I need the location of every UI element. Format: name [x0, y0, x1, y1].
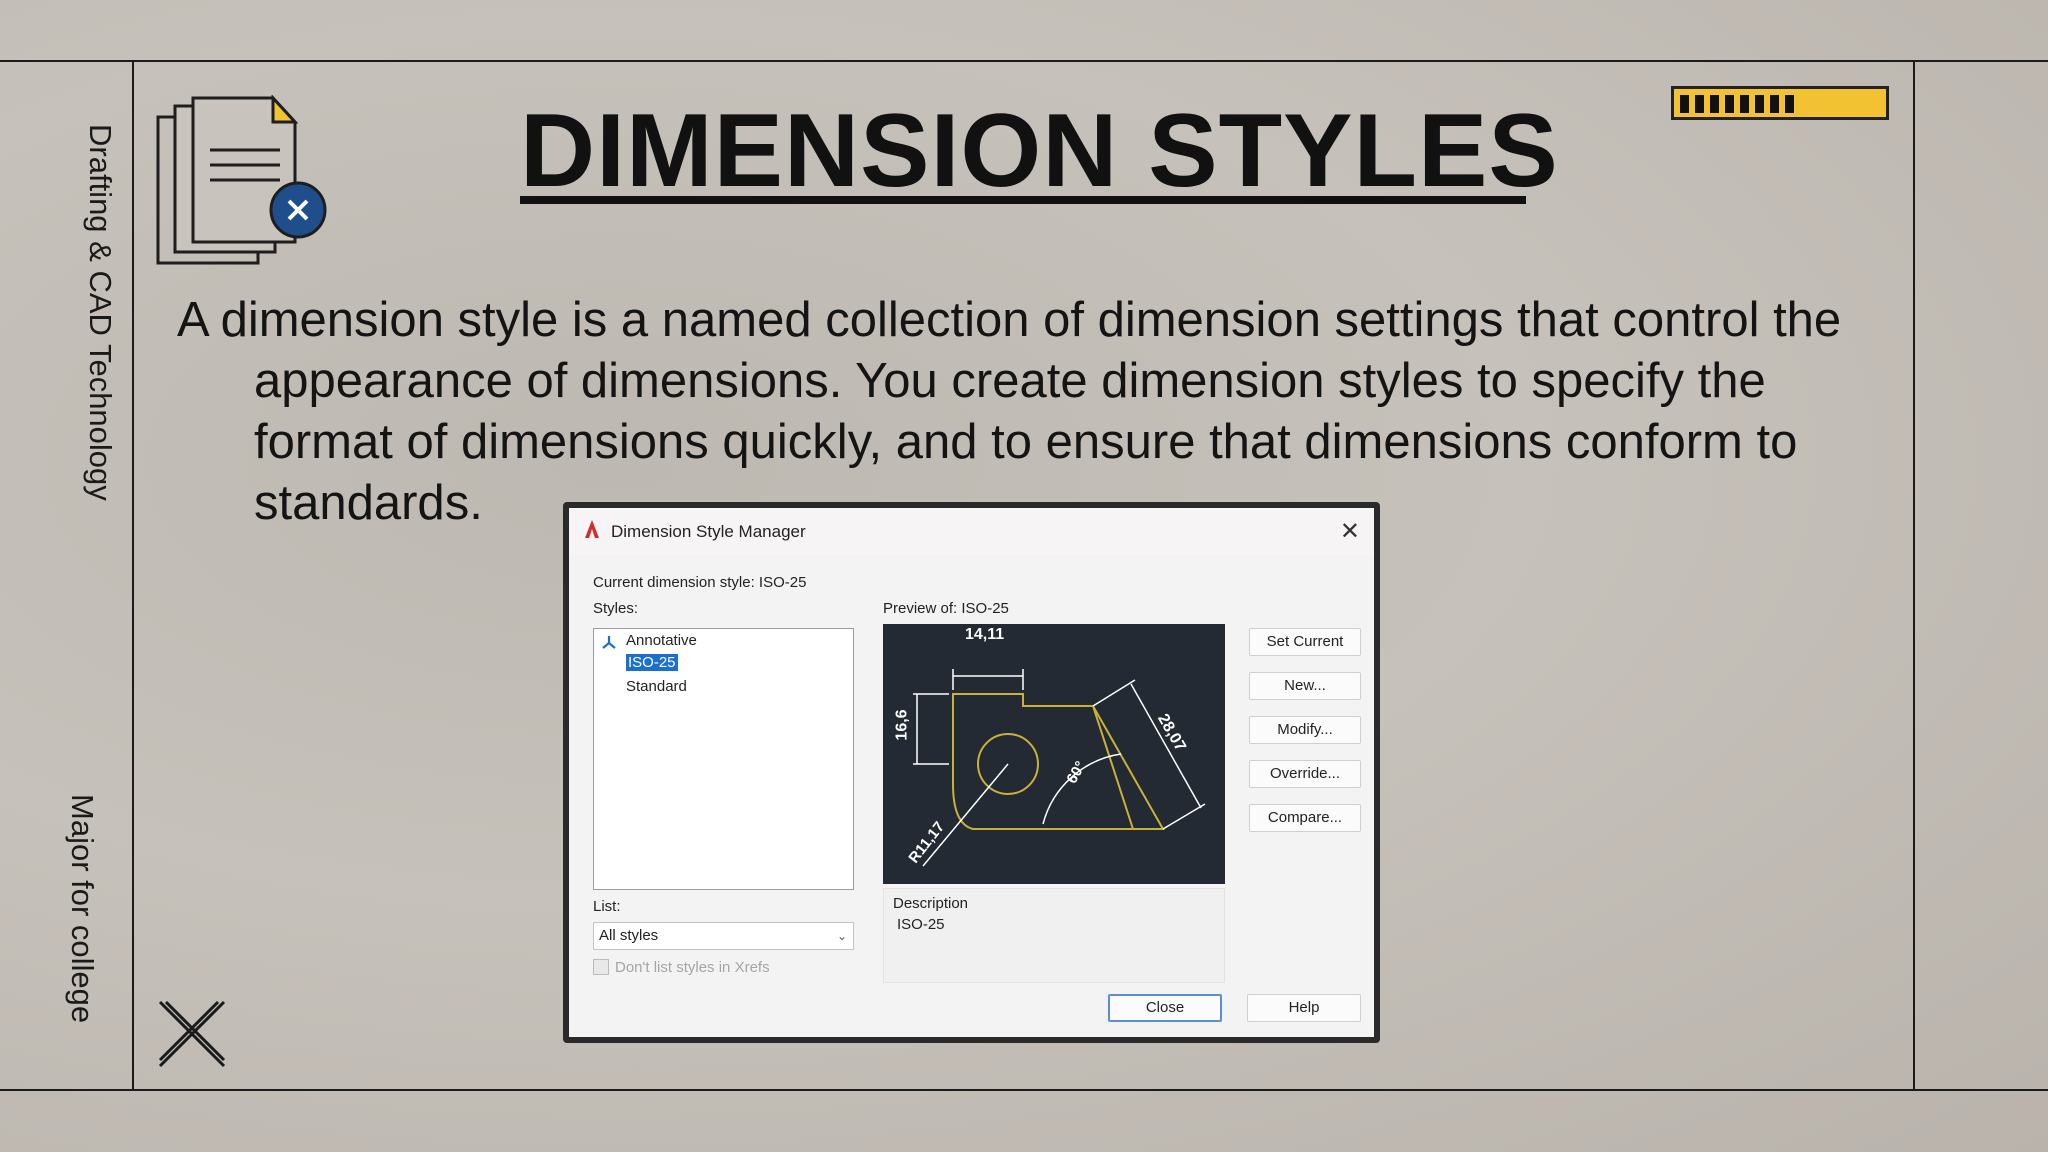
- preview-dim-width: 14,11: [965, 626, 1005, 643]
- body-text: A dimension style is a named collection …: [177, 290, 1877, 534]
- preview-label: Preview of: ISO-25: [883, 600, 1009, 617]
- autocad-logo-icon: [585, 520, 599, 538]
- styles-list[interactable]: Annotative ISO-25 Standard: [593, 628, 854, 890]
- progress-tick: [1770, 95, 1779, 113]
- chevron-down-icon: ⌄: [836, 929, 847, 943]
- progress-tick: [1695, 95, 1704, 113]
- close-badge-icon: [269, 181, 327, 239]
- xref-checkbox-label: Don't list styles in Xrefs: [615, 959, 770, 976]
- frame-right-line: [1913, 60, 1915, 1091]
- xref-checkbox[interactable]: [593, 959, 609, 975]
- description-value: ISO-25: [897, 916, 945, 933]
- progress-tick: [1710, 95, 1719, 113]
- current-style-label: Current dimension style: ISO-25: [593, 574, 807, 591]
- progress-tick: [1725, 95, 1734, 113]
- side-label-bottom: Major for college: [65, 794, 100, 1024]
- override-button[interactable]: Override...: [1249, 760, 1361, 788]
- description-label: Description: [893, 895, 969, 912]
- frame-top-line: [0, 60, 2048, 62]
- slide-title: DIMENSION STYLES: [520, 93, 1559, 209]
- title-underline: [520, 196, 1526, 204]
- dialog-titlebar[interactable]: Dimension Style Manager ✕: [569, 508, 1374, 554]
- style-item-annotative[interactable]: Annotative: [626, 632, 697, 649]
- progress-tick: [1680, 95, 1689, 113]
- styles-label: Styles:: [593, 600, 639, 617]
- modify-button[interactable]: Modify...: [1249, 716, 1361, 744]
- annotative-icon: [602, 636, 616, 649]
- progress-tick: [1740, 95, 1749, 113]
- set-current-button[interactable]: Set Current: [1249, 628, 1361, 656]
- frame-left-line: [132, 60, 134, 1091]
- description-area: Description ISO-25: [883, 888, 1225, 983]
- compare-button[interactable]: Compare...: [1249, 804, 1361, 832]
- list-label: List:: [593, 898, 621, 915]
- dimension-style-manager-dialog[interactable]: Dimension Style Manager ✕ Current dimens…: [563, 502, 1380, 1043]
- progress-tick: [1755, 95, 1764, 113]
- progress-bar: [1671, 86, 1889, 120]
- dialog-title: Dimension Style Manager: [611, 522, 806, 541]
- new-button[interactable]: New...: [1249, 672, 1361, 700]
- style-item-standard[interactable]: Standard: [626, 678, 687, 695]
- list-select[interactable]: All styles ⌄: [593, 922, 854, 950]
- dimension-preview: 14,11 16,6 28,07 60° R11,17: [883, 624, 1225, 884]
- list-select-value: All styles: [599, 927, 659, 944]
- help-button[interactable]: Help: [1247, 994, 1361, 1022]
- preview-dim-height: 16,6: [893, 709, 911, 741]
- side-label-top: Drafting & CAD Technology: [83, 124, 118, 501]
- progress-tick: [1785, 95, 1794, 113]
- body-paragraph: A dimension style is a named collection …: [177, 293, 1842, 530]
- style-item-iso-25[interactable]: ISO-25: [626, 654, 678, 671]
- x-mark-icon: [158, 1000, 226, 1068]
- close-button[interactable]: Close: [1108, 994, 1222, 1022]
- close-icon[interactable]: ✕: [1340, 517, 1360, 546]
- frame-bottom-line: [0, 1089, 2048, 1091]
